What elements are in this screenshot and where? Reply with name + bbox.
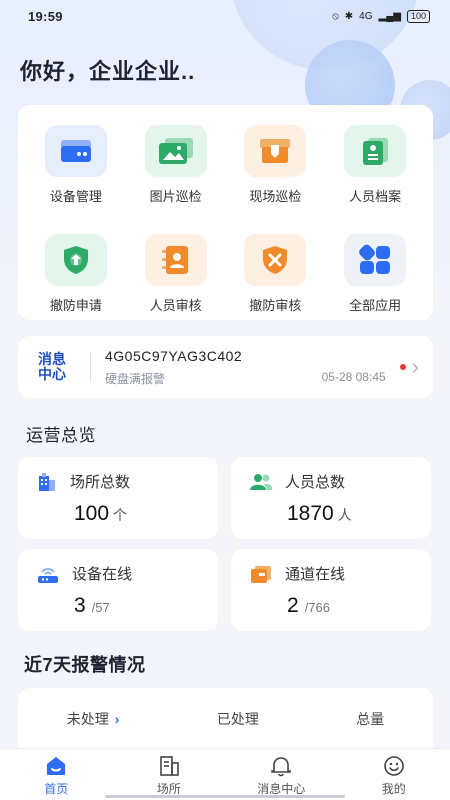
app-image-inspection[interactable]: 图片巡检 — [126, 125, 226, 212]
contacts-icon — [144, 233, 207, 286]
building-icon — [159, 756, 179, 776]
status-time: 19:59 — [28, 8, 63, 24]
stat-card-sites[interactable]: 场所总数 100 个 — [18, 457, 218, 539]
alarm-tab-total[interactable]: 总量 — [356, 709, 384, 729]
message-center-logo: 消息 中心 — [38, 352, 76, 382]
message-subtitle: 硬盘满报警 — [105, 371, 166, 386]
chevron-right-icon: › — [114, 711, 120, 727]
stat-total: /766 — [304, 600, 330, 615]
message-meta: 硬盘满报警 05-28 08:45 — [105, 370, 386, 387]
bell-icon — [271, 757, 292, 777]
app-label: 设备管理 — [49, 189, 102, 204]
tab-messages[interactable]: 消息中心 — [225, 749, 338, 800]
app-label: 现场巡检 — [249, 189, 302, 204]
tab-home[interactable]: 首页 — [0, 749, 113, 800]
app-disarm-request[interactable]: 撤防申请 — [26, 233, 126, 321]
signal-icon: ▂▄▆ — [378, 10, 401, 22]
network-label: 4G — [359, 10, 373, 22]
app-personnel-review[interactable]: 人员审核 — [126, 233, 226, 321]
tab-label: 首页 — [44, 782, 69, 796]
stat-label: 人员总数 — [285, 474, 346, 491]
device-icon — [44, 125, 107, 177]
building-icon — [39, 472, 55, 491]
channel-icon — [251, 565, 271, 583]
alarm-tab-processed[interactable]: 已处理 — [217, 709, 259, 729]
greeting-title: 你好，企业企业.. — [20, 59, 196, 84]
unread-dot — [399, 364, 406, 370]
message-time: 05-28 08:45 — [321, 369, 386, 384]
status-bar: 19:59 ⦸ ✱ 4G ▂▄▆ 100 — [0, 0, 450, 32]
app-device-management[interactable]: 设备管理 — [26, 125, 126, 212]
chevron-right-icon: › — [411, 354, 419, 379]
app-label: 人员档案 — [349, 189, 402, 204]
stat-head: 通道在线 — [249, 563, 413, 584]
people-icon — [250, 473, 273, 490]
divider — [90, 352, 91, 382]
smiley-icon — [383, 756, 404, 776]
app-label: 人员审核 — [149, 297, 202, 313]
stat-head: 人员总数 — [249, 471, 413, 492]
alarm-tab-label: 未处理 — [66, 711, 109, 727]
shield-x-icon — [244, 233, 307, 286]
stat-label: 通道在线 — [285, 566, 346, 583]
overview-title: 运营总览 — [26, 426, 96, 445]
stat-value-row: 3/57 — [36, 594, 200, 618]
app-site-inspection[interactable]: 现场巡检 — [226, 125, 326, 212]
logo-line: 消息 — [38, 351, 66, 367]
stat-unit: 个 — [113, 507, 128, 523]
app-label: 撤防审核 — [249, 297, 302, 313]
stat-total: /57 — [91, 600, 110, 615]
stat-value-row: 2/766 — [249, 594, 413, 618]
tab-sites[interactable]: 场所 — [113, 749, 226, 800]
stat-value: 1870 — [287, 502, 334, 525]
stat-unit: 人 — [337, 507, 352, 523]
stat-card-channels[interactable]: 通道在线 2/766 — [231, 549, 431, 631]
grid-icon — [344, 233, 407, 286]
logo-line: 中心 — [38, 366, 66, 382]
shield-up-icon — [44, 233, 107, 286]
app-personnel-file[interactable]: 人员档案 — [325, 125, 425, 212]
tab-mine[interactable]: 我的 — [338, 749, 450, 800]
alarm-title: 近7天报警情况 — [24, 655, 146, 675]
app-label: 图片巡检 — [149, 189, 202, 204]
stat-card-devices[interactable]: 设备在线 3/57 — [18, 549, 218, 631]
stat-value: 3 — [74, 594, 86, 617]
bluetooth-icon: ✱ — [344, 10, 354, 22]
stat-label: 场所总数 — [70, 474, 131, 491]
bottom-tab-bar: 首页 场所 消息中心 我的 — [0, 748, 450, 800]
stat-card-people[interactable]: 人员总数 1870 人 — [231, 457, 431, 539]
stat-value-row: 1870 人 — [249, 502, 413, 526]
tab-label: 我的 — [381, 782, 406, 796]
stat-value-row: 100 个 — [36, 502, 200, 526]
image-icon — [144, 125, 207, 177]
stat-head: 设备在线 — [36, 563, 200, 584]
message-title: 4G05C97YAG3C402 — [105, 347, 243, 364]
stat-value: 100 — [74, 502, 110, 525]
message-center-banner[interactable]: 消息 中心 4G05C97YAG3C402 硬盘满报警 05-28 08:45 … — [18, 336, 433, 398]
alarm-tab-unprocessed[interactable]: 未处理 › — [67, 709, 120, 729]
alarm-tabs: 未处理 › 已处理 总量 — [18, 688, 433, 729]
app-all-apps[interactable]: 全部应用 — [325, 233, 425, 321]
router-icon — [38, 567, 58, 583]
message-body: 4G05C97YAG3C402 硬盘满报警 05-28 08:45 — [105, 348, 386, 387]
vibrate-icon: ⦸ — [332, 10, 339, 22]
app-grid: 设备管理 图片巡检 现场巡检 人员档案 撤防申请 人员审核 撤防审核 全部应用 — [18, 105, 433, 320]
box-icon — [244, 125, 307, 177]
document-icon — [344, 125, 407, 177]
app-disarm-review[interactable]: 撤防审核 — [226, 233, 326, 321]
app-label: 撤防申请 — [49, 297, 102, 313]
stat-label: 设备在线 — [72, 566, 133, 583]
stat-head: 场所总数 — [36, 471, 200, 492]
battery-icon: 100 — [406, 9, 430, 23]
app-label: 全部应用 — [349, 297, 402, 313]
stat-value: 2 — [287, 594, 299, 617]
home-indicator — [105, 795, 345, 798]
status-icons: ⦸ ✱ 4G ▂▄▆ 100 — [332, 9, 430, 23]
home-icon — [47, 757, 66, 775]
